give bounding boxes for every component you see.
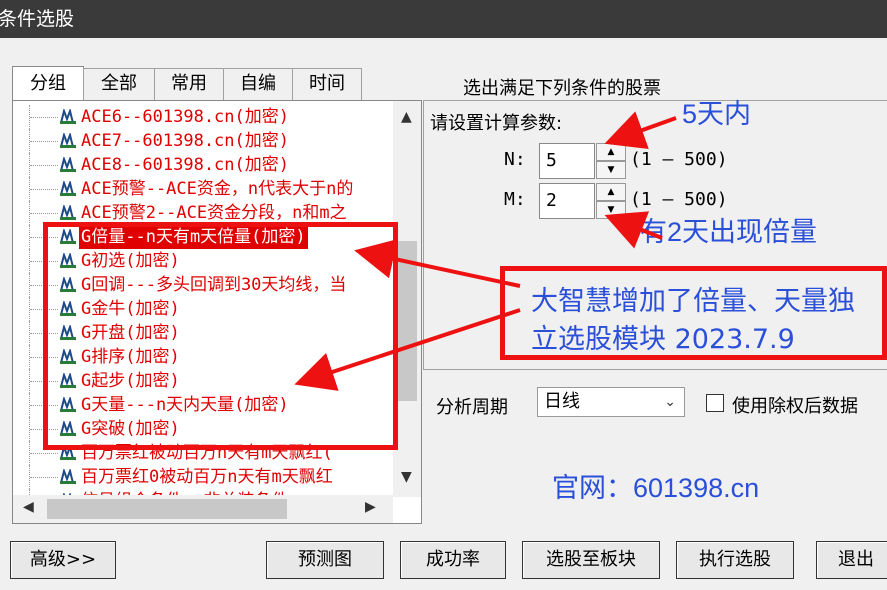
annotation-five-days: 5天内 (682, 99, 752, 129)
tree-item-label: ACE7--601398.cn(加密) (81, 131, 289, 151)
tree-item[interactable]: ACE8--601398.cn(加密) (13, 153, 393, 177)
tree-connector (30, 141, 58, 142)
forecast-button[interactable]: 预测图 (266, 541, 384, 579)
tab-group[interactable]: 分组 (12, 66, 84, 100)
tree-connector (30, 477, 58, 478)
execute-button[interactable]: 执行选股 (676, 541, 794, 579)
formula-icon (60, 181, 76, 196)
increment-icon[interactable]: ▲ (596, 183, 626, 201)
annotation-website: 官网：601398.cn (552, 473, 760, 503)
scroll-right-icon[interactable]: ▶ (365, 499, 376, 515)
period-label: 分析周期 (436, 397, 508, 418)
tree-item-label: ACE预警--ACE资金，n代表大于n的 (81, 179, 354, 199)
formula-icon (60, 469, 76, 484)
tree-connector (30, 213, 58, 214)
tree-item-label: ACE8--601398.cn(加密) (81, 155, 289, 175)
use-adjusted-label: 使用除权后数据 (732, 396, 858, 417)
annotation-box-line1: 大智慧增加了倍量、天量独 (531, 286, 855, 317)
advanced-button[interactable]: 高级>> (10, 541, 116, 579)
scroll-up-icon[interactable]: ▲ (401, 109, 412, 125)
formula-icon (60, 133, 76, 148)
success-rate-button[interactable]: 成功率 (400, 541, 506, 579)
category-tabs: 分组 全部 常用 自编 时间 (12, 66, 362, 100)
tree-item-label: 百万票红0被动百万n天有m天飘红 (81, 467, 333, 487)
tree-connector (30, 165, 58, 166)
tree-item-label: ACE6--601398.cn(加密) (81, 107, 289, 127)
tree-item[interactable]: 百万票红0被动百万n天有m天飘红 (13, 465, 393, 489)
param-m-label: M: (504, 189, 526, 210)
tree-connector (30, 453, 58, 454)
formula-icon (60, 109, 76, 124)
formula-icon (60, 157, 76, 172)
increment-icon[interactable]: ▲ (596, 143, 626, 161)
param-n-input[interactable]: 5 (539, 143, 595, 179)
tree-connector (30, 189, 58, 190)
param-m-input[interactable]: 2 (539, 183, 595, 219)
scroll-down-icon[interactable]: ▼ (401, 469, 412, 485)
annotation-two-days: 有2天出现倍量 (640, 217, 818, 247)
condition-heading: 选出满足下列条件的股票 (463, 78, 661, 99)
annotation-box: 大智慧增加了倍量、天量独 立选股模块 2023.7.9 (500, 266, 887, 360)
exit-button[interactable]: 退出 (816, 541, 887, 579)
tree-connector (30, 117, 58, 118)
formula-icon (60, 205, 76, 220)
param-m-stepper[interactable]: ▲ ▼ (596, 183, 626, 219)
param-n-range: (1 — 500) (630, 149, 728, 170)
tab-common[interactable]: 常用 (154, 68, 224, 100)
window-title: 条件选股 (0, 8, 75, 30)
tree-item[interactable]: ACE预警--ACE资金，n代表大于n的 (13, 177, 393, 201)
chevron-down-icon: ⌄ (664, 394, 676, 410)
vertical-scroll-thumb[interactable] (397, 241, 417, 401)
period-select[interactable]: 日线 ⌄ (537, 387, 685, 417)
param-n-stepper[interactable]: ▲ ▼ (596, 143, 626, 179)
horizontal-scroll-thumb[interactable] (47, 499, 287, 519)
annotation-box-line2: 立选股模块 2023.7.9 (531, 324, 795, 355)
tree-item[interactable]: ACE7--601398.cn(加密) (13, 129, 393, 153)
tab-all[interactable]: 全部 (83, 68, 155, 100)
param-n-label: N: (504, 149, 526, 170)
scroll-left-icon[interactable]: ◀ (23, 499, 34, 515)
to-block-button[interactable]: 选股至板块 (522, 541, 660, 579)
decrement-icon[interactable]: ▼ (596, 161, 626, 179)
tab-custom[interactable]: 自编 (223, 68, 293, 100)
param-m-range: (1 — 500) (630, 189, 728, 210)
tree-item[interactable]: ACE6--601398.cn(加密) (13, 105, 393, 129)
horizontal-scrollbar[interactable]: ◀ ▶ (13, 495, 393, 523)
tab-time[interactable]: 时间 (292, 68, 362, 100)
title-bar: 条件选股 (0, 0, 887, 38)
decrement-icon[interactable]: ▼ (596, 201, 626, 219)
highlight-box (43, 222, 398, 450)
parameter-group-label: 请设置计算参数: (430, 113, 563, 134)
period-value: 日线 (544, 391, 580, 412)
use-adjusted-checkbox[interactable] (706, 394, 724, 412)
